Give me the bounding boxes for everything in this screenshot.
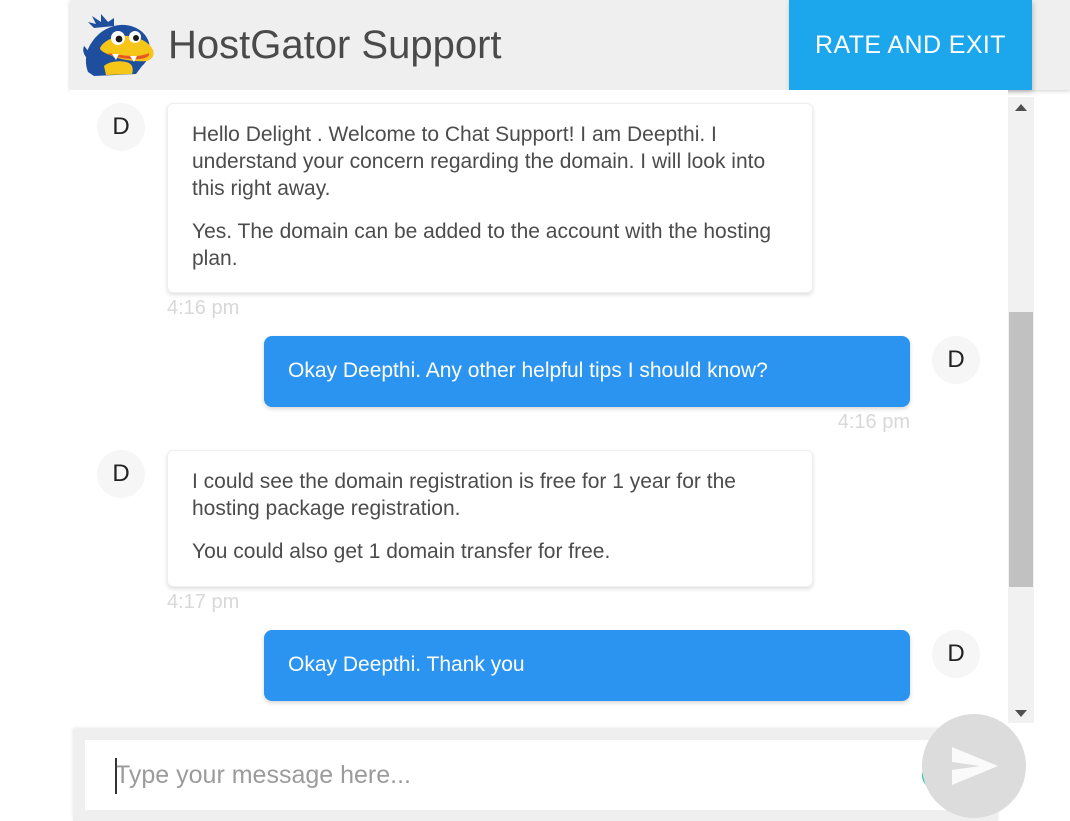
message-input-container[interactable] xyxy=(85,740,986,810)
scroll-up-button[interactable] xyxy=(1008,97,1034,117)
message-timestamp: 4:16 pm xyxy=(167,297,240,320)
chat-support-window: HostGator Support RATE AND EXIT D Hello … xyxy=(0,0,1070,821)
message-bubble: Hello Delight . Welcome to Chat Support!… xyxy=(167,103,813,294)
message-paragraph: Hello Delight . Welcome to Chat Support!… xyxy=(192,123,766,200)
scroll-down-arrow-icon xyxy=(1015,709,1027,717)
message-timestamp: 4:17 pm xyxy=(167,590,240,613)
text-caret xyxy=(115,758,117,794)
message-paragraph: You could also get 1 domain transfer for… xyxy=(192,540,611,563)
send-paper-plane-icon xyxy=(952,747,998,785)
scroll-down-button[interactable] xyxy=(1008,703,1034,723)
message-bubble: Okay Deepthi. Thank you xyxy=(264,629,910,701)
message-bubble: Okay Deepthi. Any other helpful tips I s… xyxy=(264,336,910,408)
scrollbar-thumb[interactable] xyxy=(1009,312,1033,587)
message-paragraph: I could see the domain registration is f… xyxy=(192,470,736,521)
avatar: D xyxy=(97,103,145,151)
avatar: D xyxy=(932,336,980,385)
message-paragraph: Yes. The domain can be added to the acco… xyxy=(192,219,772,270)
message-paragraph: Okay Deepthi. Any other helpful tips I s… xyxy=(288,359,768,383)
message-composer xyxy=(73,729,998,821)
avatar: D xyxy=(97,450,145,499)
chat-header: HostGator Support RATE AND EXIT xyxy=(70,0,1070,90)
message-row-agent: D I could see the domain registration is… xyxy=(70,450,1008,614)
message-row-user: Okay Deepthi. Any other helpful tips I s… xyxy=(70,336,1008,434)
message-paragraph: Okay Deepthi. Thank you xyxy=(288,652,525,676)
scroll-up-arrow-icon xyxy=(1015,103,1027,111)
rate-and-exit-button[interactable]: RATE AND EXIT xyxy=(789,0,1032,90)
message-bubble: I could see the domain registration is f… xyxy=(167,450,813,587)
message-row-agent: D Hello Delight . Welcome to Chat Suppor… xyxy=(70,103,1008,320)
message-row-user: Okay Deepthi. Thank you D xyxy=(70,629,1008,705)
message-timestamp: 4:16 pm xyxy=(837,411,910,434)
page-title: HostGator Support xyxy=(168,22,502,67)
send-button[interactable] xyxy=(922,714,1026,818)
chat-message-list[interactable]: D Hello Delight . Welcome to Chat Suppor… xyxy=(70,90,1008,723)
chat-scrollbar[interactable] xyxy=(1008,97,1034,723)
message-input[interactable] xyxy=(85,740,922,810)
hostgator-alligator-logo-icon xyxy=(83,14,154,76)
avatar: D xyxy=(932,629,980,678)
